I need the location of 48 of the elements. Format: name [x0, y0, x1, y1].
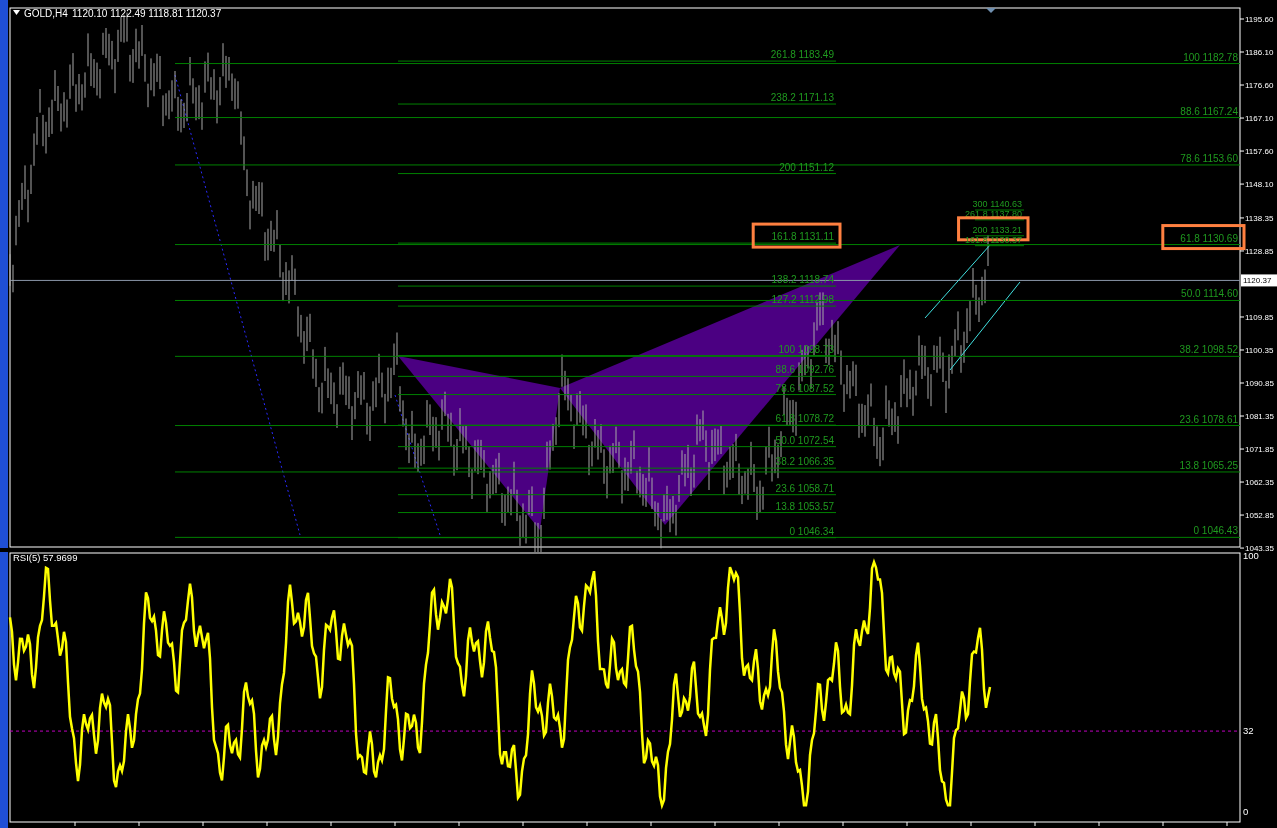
scroll-marker-icon[interactable] [986, 8, 996, 13]
rsi-tick: 0 [1243, 806, 1249, 817]
fibonacci-label: 100 1098.73 [778, 343, 834, 355]
fibonacci-label: 161.8 1131.11 [771, 231, 834, 243]
fibonacci-label: 161.8 1130.37 [965, 234, 1022, 245]
fibonacci-label: 50.0 1114.60 [1181, 288, 1238, 300]
fibonacci-label: 88.6 1092.76 [775, 364, 834, 376]
price-tick: 1062.35 [1245, 478, 1274, 488]
fibonacci-label: 261.8 1183.49 [770, 49, 834, 61]
fibonacci-label: 38.2 1066.35 [775, 456, 834, 468]
price-tick: 1176.60 [1245, 81, 1274, 91]
price-tick: 1148.10 [1245, 180, 1274, 190]
fibonacci-label: 300 1140.63 [972, 199, 1022, 209]
rsi-title: RSI(5) 57.9699 [13, 552, 78, 563]
price-tick: 1100.35 [1245, 346, 1274, 355]
fibonacci-label: 38.2 1098.52 [1179, 344, 1238, 356]
fibonacci-label: 50.0 1072.54 [775, 434, 834, 446]
price-tick: 1052.85 [1245, 511, 1274, 521]
price-tick: 1138.35 [1245, 213, 1274, 223]
collapse-icon[interactable] [13, 10, 20, 15]
price-tick: 1081.35 [1245, 412, 1274, 421]
fibonacci-label: 13.8 1053.57 [775, 500, 834, 512]
price-tick: 1157.60 [1245, 147, 1274, 157]
price-tick: 1071.85 [1245, 445, 1274, 455]
fibonacci-label: 13.8 1065.25 [1179, 459, 1238, 471]
price-tick: 1109.85 [1245, 313, 1274, 322]
ohlc-values: 1120.10 1122.49 1118.81 1120.37 [72, 8, 222, 19]
price-tick: 1195.60 [1245, 15, 1274, 24]
fibonacci-label: 61.8 1078.72 [775, 413, 834, 425]
fibonacci-label: 0 1046.34 [789, 525, 834, 537]
price-tick: 1167.10 [1245, 114, 1274, 124]
rsi-tick: 100 [1243, 552, 1259, 561]
price-tick: 1186.10 [1245, 48, 1274, 57]
fibonacci-label: 23.6 1078.61 [1179, 413, 1238, 425]
fibonacci-label: 200 1151.12 [779, 161, 834, 173]
price-tick: 1128.85 [1245, 246, 1274, 256]
fibonacci-label: 238.2 1171.13 [770, 92, 834, 104]
fibonacci-label: 61.8 1130.69 [1180, 232, 1238, 244]
price-tick: 1090.85 [1245, 379, 1274, 388]
fibonacci-label: 100 1182.78 [1183, 51, 1238, 63]
fibonacci-label: 0 1046.43 [1193, 525, 1238, 537]
fibonacci-label: 200 1133.21 [972, 224, 1022, 235]
price-tick: 1043.35 [1245, 544, 1274, 552]
rsi-tick: 32 [1243, 725, 1254, 736]
fibonacci-label: 78.6 1153.60 [1180, 152, 1238, 164]
fibonacci-label: 23.6 1058.71 [775, 482, 834, 494]
fibonacci-label: 88.6 1167.24 [1180, 105, 1238, 117]
symbol-label: GOLD,H4 [24, 8, 68, 19]
